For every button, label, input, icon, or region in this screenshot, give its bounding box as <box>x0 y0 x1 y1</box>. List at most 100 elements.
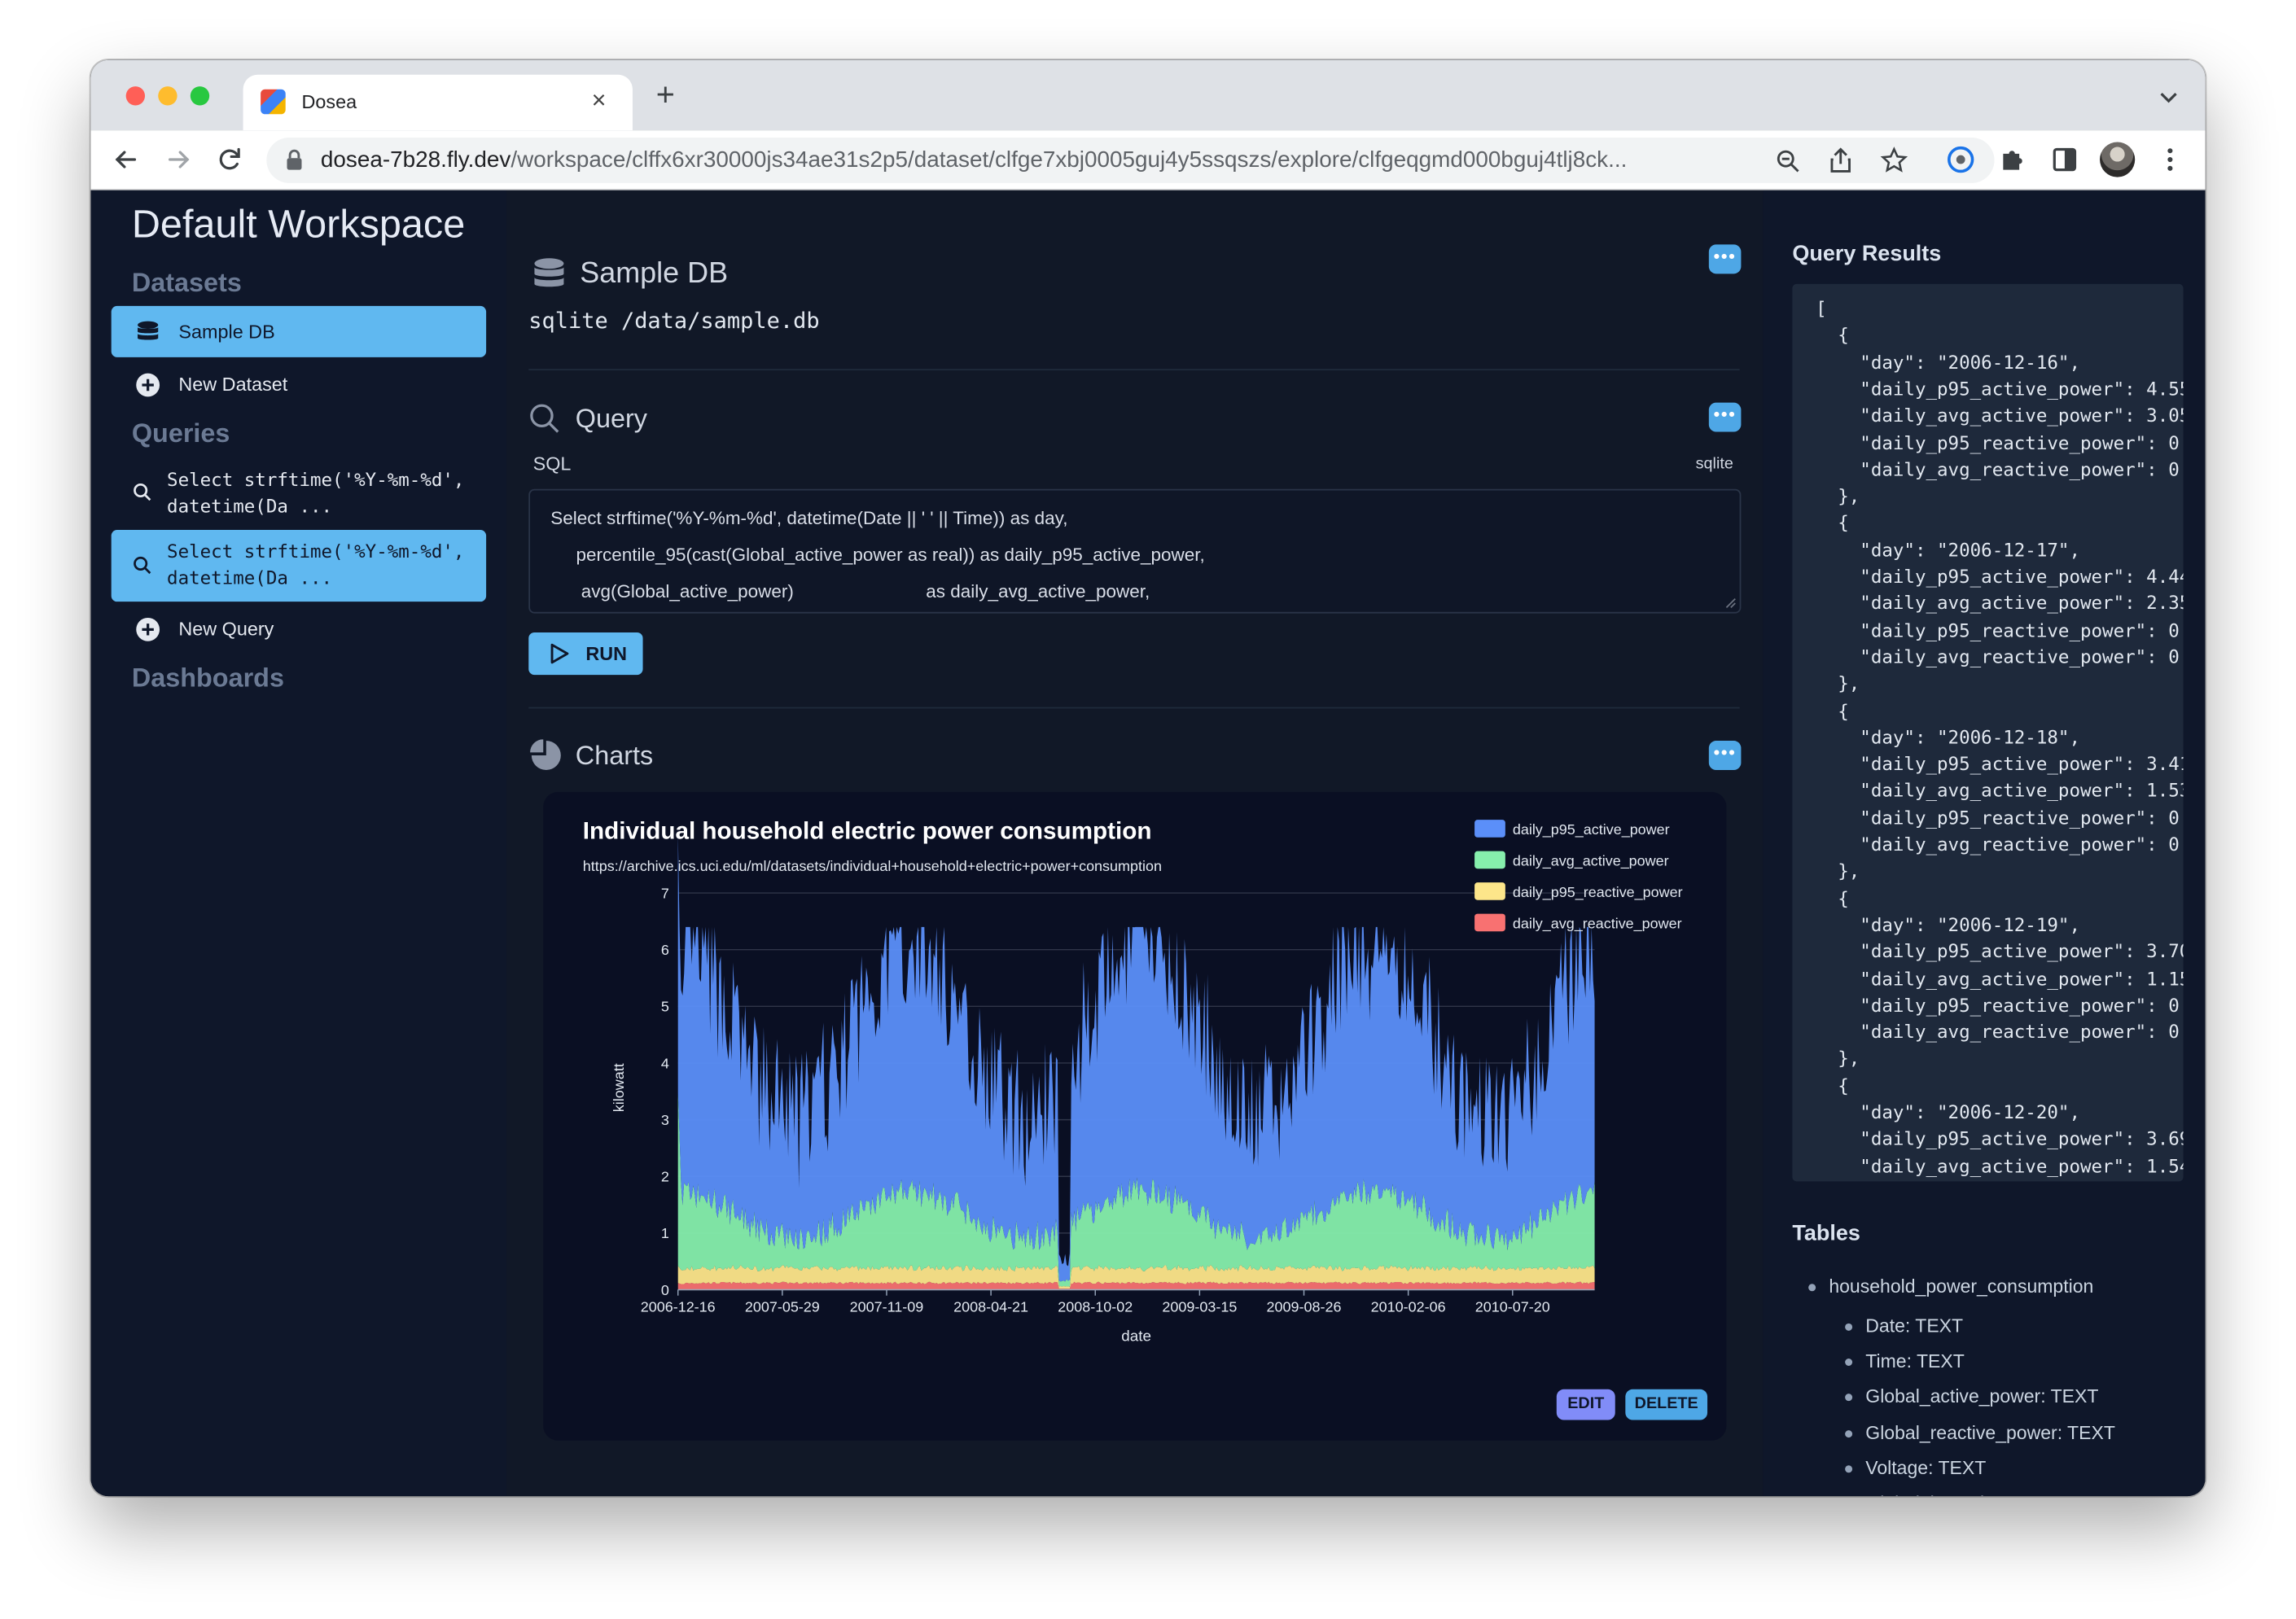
pie-chart-icon <box>530 739 561 771</box>
query-menu-button[interactable]: ••• <box>1708 402 1742 432</box>
sidebar-item-sample-db[interactable]: Sample DB <box>111 305 487 357</box>
browser-window: Dosea × + dosea-7b28.fly.dev/workspace/c… <box>90 59 2206 1497</box>
sidebar-item-new-dataset[interactable]: New Dataset <box>112 359 486 410</box>
query-text-line-1: Select strftime('%Y-%m-%d', <box>167 468 465 491</box>
screen: Dosea × + dosea-7b28.fly.dev/workspace/c… <box>0 0 2296 1619</box>
x-tick-label: 2006-12-16 <box>641 1298 716 1315</box>
y-tick-label: 5 <box>661 999 669 1015</box>
bookmark-star-icon[interactable] <box>1880 147 1908 174</box>
browser-menu-icon[interactable] <box>2155 145 2184 174</box>
url-text[interactable]: dosea-7b28.fly.dev/workspace/clffx6xr300… <box>321 148 1749 174</box>
search-icon <box>134 556 151 575</box>
dataset-menu-button[interactable]: ••• <box>1708 244 1742 274</box>
dashboards-heading: Dashboards <box>131 663 284 693</box>
x-tick-label: 2009-03-15 <box>1162 1298 1237 1315</box>
extensions-puzzle-icon[interactable] <box>1997 145 2027 174</box>
resize-handle-icon[interactable] <box>1725 597 1737 609</box>
y-tick-label: 2 <box>661 1169 669 1185</box>
database-icon <box>138 321 159 340</box>
dialect-label: sqlite <box>1695 455 1733 473</box>
run-button[interactable]: RUN <box>528 632 643 676</box>
column-item-label: Voltage: TEXT <box>1865 1456 1987 1479</box>
search-icon <box>530 404 559 433</box>
plus-circle-icon <box>136 373 160 397</box>
password-manager-icon[interactable] <box>1946 145 1975 174</box>
y-axis-label: kilowatt <box>611 1063 627 1112</box>
legend-swatch <box>1474 820 1505 838</box>
database-icon <box>534 258 564 287</box>
sidebar-item-new-query[interactable]: New Query <box>112 603 486 654</box>
y-tick-label: 7 <box>661 885 669 901</box>
close-window-button[interactable] <box>125 86 146 106</box>
bullet-icon <box>1808 1284 1816 1292</box>
lock-icon[interactable] <box>286 149 304 171</box>
column-item-label: Global_reactive_power: TEXT <box>1865 1420 2115 1443</box>
y-tick-label: 3 <box>661 1112 669 1128</box>
delete-chart-button[interactable]: DELETE <box>1625 1389 1708 1420</box>
legend-swatch <box>1474 913 1505 932</box>
address-bar[interactable]: dosea-7b28.fly.dev/workspace/clffx6xr300… <box>266 138 1995 183</box>
x-tick-label: 2008-04-21 <box>953 1298 1028 1315</box>
column-item-label: Global_active_power: TEXT <box>1865 1385 2099 1408</box>
column-item: Global_intensity: TEXT <box>1763 1492 2205 1496</box>
y-tick-label: 6 <box>661 942 669 958</box>
charts-menu-button[interactable]: ••• <box>1708 741 1742 771</box>
reload-icon[interactable] <box>215 145 244 174</box>
close-tab-icon[interactable]: × <box>592 86 607 116</box>
browser-toolbar: dosea-7b28.fly.dev/workspace/clffx6xr300… <box>90 130 2206 190</box>
queries-heading: Queries <box>131 418 230 449</box>
dosea-favicon-icon <box>261 89 286 115</box>
zoom-window-button[interactable] <box>190 86 210 106</box>
play-icon <box>550 643 569 664</box>
tab-bar: Dosea × + <box>90 59 2206 131</box>
legend-label[interactable]: daily_avg_active_power <box>1513 853 1669 870</box>
new-tab-icon[interactable]: + <box>656 78 675 112</box>
plus-circle-icon <box>136 617 160 641</box>
forward-icon[interactable] <box>164 145 193 174</box>
dataset-title: Sample DB <box>580 257 729 291</box>
sql-editor[interactable]: Select strftime('%Y-%m-%d', datetime(Dat… <box>528 488 1742 614</box>
workspace-title: Default Workspace <box>131 202 466 247</box>
sql-label: SQL <box>532 452 572 475</box>
column-item: Global_reactive_power: TEXT <box>1763 1421 2205 1447</box>
x-tick-label: 2008-10-02 <box>1058 1298 1133 1315</box>
bullet-icon <box>1845 1323 1853 1331</box>
tab-search-chevron-icon[interactable] <box>2158 86 2179 107</box>
chart-card: Individual household electric power cons… <box>543 791 1727 1441</box>
legend-swatch <box>1474 882 1505 900</box>
minimize-window-button[interactable] <box>158 86 177 106</box>
x-axis-label: date <box>1121 1328 1151 1345</box>
share-icon[interactable] <box>1828 147 1854 174</box>
table-name-label: household_power_consumption <box>1829 1275 2094 1297</box>
legend-label[interactable]: daily_avg_reactive_power <box>1513 916 1682 933</box>
tab-title: Dosea <box>301 90 357 113</box>
power-consumption-chart: Individual household electric power cons… <box>583 818 1683 1346</box>
column-item-label: Date: TEXT <box>1865 1315 1964 1337</box>
y-tick-label: 0 <box>661 1282 669 1298</box>
bullet-icon <box>1845 1359 1853 1367</box>
sql-line: avg(Global_active_power) as daily_avg_ac… <box>550 581 1150 602</box>
query-title: Query <box>575 404 647 434</box>
tables-tree: household_power_consumption Date: TEXT Tim… <box>1763 190 2205 1496</box>
query-text-line-2: datetime(Da ... <box>167 494 333 517</box>
browser-tab[interactable]: Dosea × <box>243 74 633 131</box>
app-content: Default Workspace Datasets Sample DB New… <box>90 190 2206 1497</box>
sidebar-item-query-2[interactable]: Select strftime('%Y-%m-%d', datetime(Da … <box>111 530 487 602</box>
x-tick-label: 2007-05-29 <box>745 1298 820 1315</box>
side-panel-icon[interactable] <box>2050 145 2079 174</box>
sidebar-item-query-1[interactable]: Select strftime('%Y-%m-%d', datetime(Da … <box>112 458 486 528</box>
charts-title: Charts <box>575 741 654 771</box>
profile-avatar[interactable] <box>2100 142 2136 177</box>
back-icon[interactable] <box>112 145 141 174</box>
edit-chart-button[interactable]: EDIT <box>1556 1389 1615 1420</box>
x-tick-label: 2007-11-09 <box>850 1298 924 1315</box>
column-item-label: Global_intensity: TEXT <box>1865 1492 2057 1496</box>
zoom-icon[interactable] <box>1775 148 1801 174</box>
column-item-label: Time: TEXT <box>1865 1350 1965 1372</box>
query-text-line-2: datetime(Da ... <box>167 567 333 589</box>
legend-label[interactable]: daily_p95_reactive_power <box>1513 884 1683 901</box>
section-divider <box>528 707 1740 709</box>
legend-label[interactable]: daily_p95_active_power <box>1513 821 1670 838</box>
bullet-icon <box>1845 1394 1853 1402</box>
sidebar-item-label: New Query <box>178 617 274 640</box>
